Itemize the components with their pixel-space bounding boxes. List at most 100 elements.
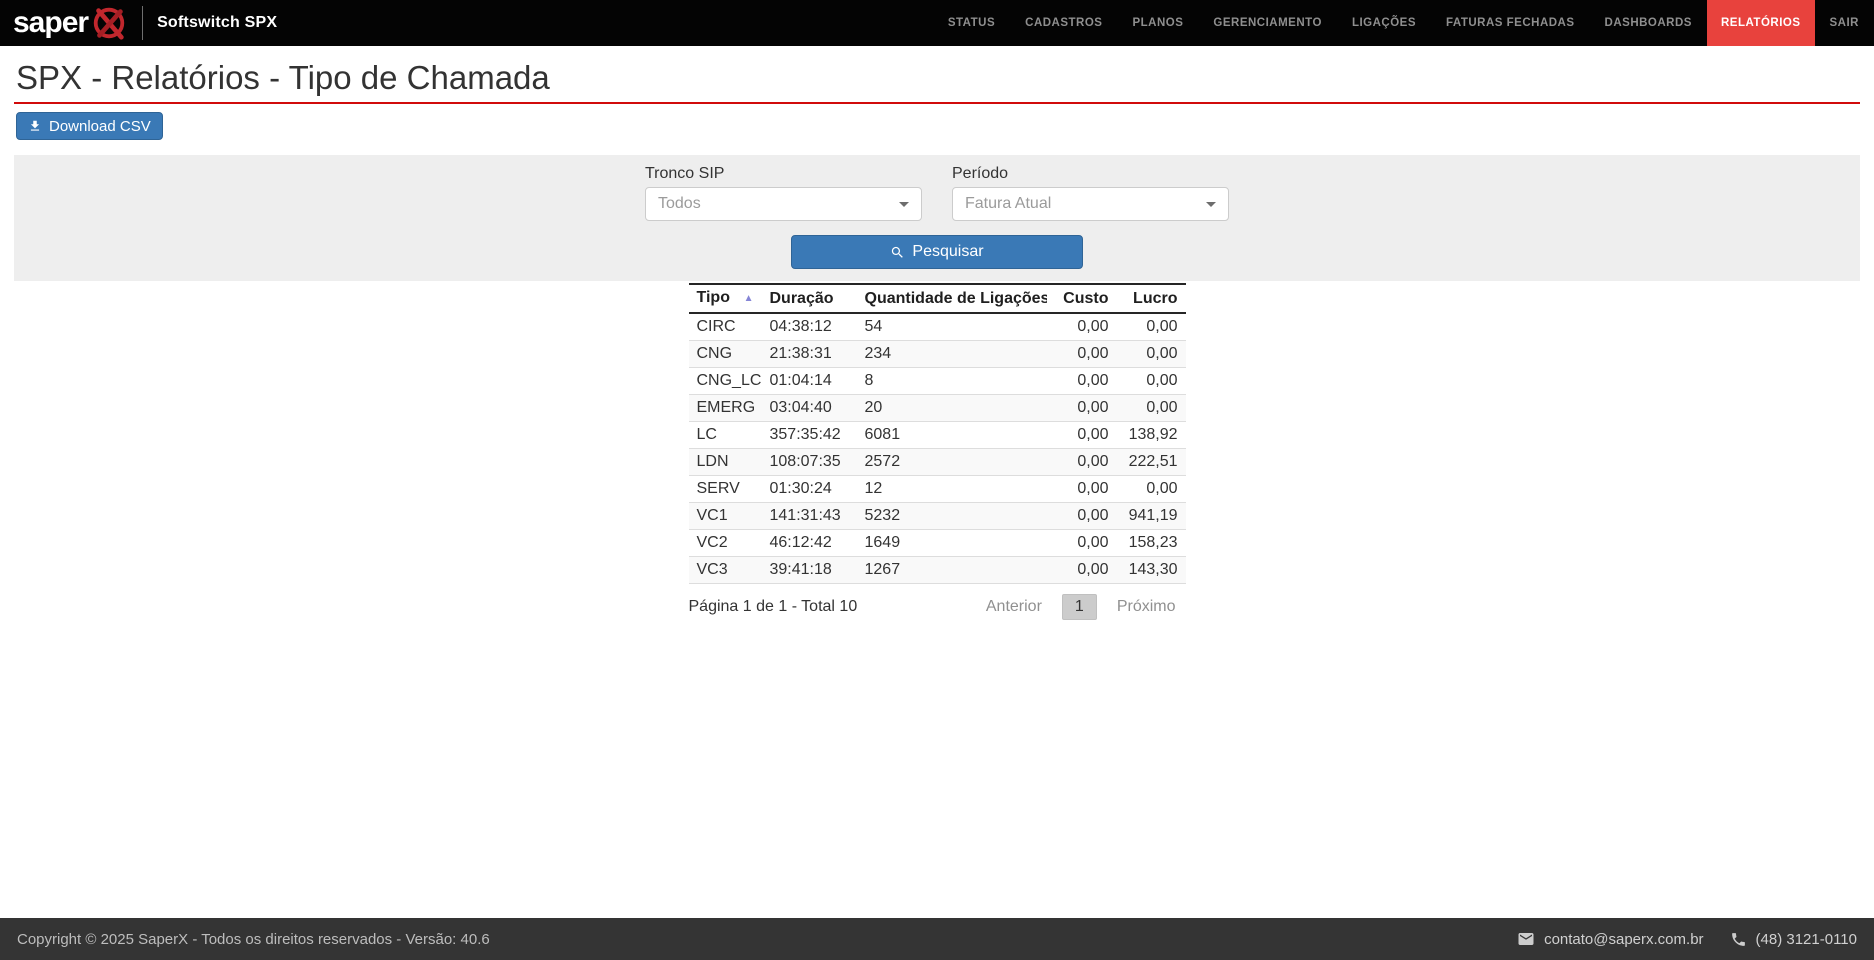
table-row: VC1 141:31:43 5232 0,00 941,19	[689, 503, 1186, 530]
copyright-text: Copyright © 2025 SaperX - Todos os direi…	[17, 931, 490, 948]
filter-panel: Tronco SIP Todos Período Fatura Atual P	[14, 155, 1860, 281]
table-row: LDN 108:07:35 2572 0,00 222,51	[689, 449, 1186, 476]
nav-item-dashboards[interactable]: DASHBOARDS	[1590, 0, 1707, 46]
chevron-down-icon	[1206, 202, 1216, 207]
cell-duracao: 46:12:42	[762, 530, 857, 557]
table-body: CIRC 04:38:12 54 0,00 0,00 CNG 21:38:31 …	[689, 313, 1186, 584]
tronco-sip-value: Todos	[658, 195, 899, 213]
tronco-sip-select[interactable]: Todos	[645, 187, 922, 221]
cell-lucro: 0,00	[1117, 313, 1186, 341]
cell-duracao: 39:41:18	[762, 557, 857, 584]
periodo-select[interactable]: Fatura Atual	[952, 187, 1229, 221]
sort-asc-icon: ▲	[744, 289, 754, 308]
cell-lucro: 0,00	[1117, 368, 1186, 395]
cell-lucro: 158,23	[1117, 530, 1186, 557]
nav-item-gerenciamento[interactable]: GERENCIAMENTO	[1198, 0, 1337, 46]
brand-divider	[142, 6, 143, 40]
cell-quantidade: 20	[857, 395, 1047, 422]
column-header-duracao[interactable]: Duração	[762, 284, 857, 313]
footer: Copyright © 2025 SaperX - Todos os direi…	[0, 918, 1874, 960]
cell-tipo: LC	[689, 422, 762, 449]
page-title: SPX - Relatórios - Tipo de Chamada	[14, 59, 1860, 104]
table-row: EMERG 03:04:40 20 0,00 0,00	[689, 395, 1186, 422]
tronco-sip-label: Tronco SIP	[645, 165, 922, 183]
cell-tipo: CNG_LC	[689, 368, 762, 395]
cell-duracao: 01:04:14	[762, 368, 857, 395]
cell-custo: 0,00	[1047, 530, 1117, 557]
cell-lucro: 941,19	[1117, 503, 1186, 530]
cell-lucro: 0,00	[1117, 476, 1186, 503]
column-header-lucro[interactable]: Lucro	[1117, 284, 1186, 313]
cell-quantidade: 5232	[857, 503, 1047, 530]
nav-item-faturas-fechadas[interactable]: FATURAS FECHADAS	[1431, 0, 1590, 46]
footer-email-link[interactable]: contato@saperx.com.br	[1517, 930, 1703, 948]
table-row: LC 357:35:42 6081 0,00 138,92	[689, 422, 1186, 449]
report-table-container: Tipo ▲ Duração Quantidade de Ligações Cu…	[689, 283, 1186, 620]
column-header-tipo[interactable]: Tipo ▲	[689, 284, 762, 313]
nav-item-sair[interactable]: SAIR	[1815, 0, 1874, 46]
cell-quantidade: 234	[857, 341, 1047, 368]
chevron-down-icon	[899, 202, 909, 207]
nav-item-status[interactable]: STATUS	[933, 0, 1010, 46]
cell-tipo: CIRC	[689, 313, 762, 341]
cell-lucro: 0,00	[1117, 341, 1186, 368]
periodo-value: Fatura Atual	[965, 195, 1206, 213]
cell-custo: 0,00	[1047, 313, 1117, 341]
cell-custo: 0,00	[1047, 395, 1117, 422]
nav-menu: STATUSCADASTROSPLANOSGERENCIAMENTOLIGAÇÕ…	[933, 0, 1874, 46]
table-row: CIRC 04:38:12 54 0,00 0,00	[689, 313, 1186, 341]
cell-lucro: 138,92	[1117, 422, 1186, 449]
tronco-sip-field: Tronco SIP Todos	[645, 165, 922, 221]
logo-text: saper	[13, 0, 88, 46]
cell-tipo: VC2	[689, 530, 762, 557]
envelope-icon	[1517, 930, 1535, 948]
cell-duracao: 141:31:43	[762, 503, 857, 530]
table-row: VC2 46:12:42 1649 0,00 158,23	[689, 530, 1186, 557]
periodo-label: Período	[952, 165, 1229, 183]
cell-lucro: 0,00	[1117, 395, 1186, 422]
table-row: CNG_LC 01:04:14 8 0,00 0,00	[689, 368, 1186, 395]
cell-quantidade: 12	[857, 476, 1047, 503]
search-button-label: Pesquisar	[912, 243, 983, 261]
footer-phone-link[interactable]: (48) 3121-0110	[1730, 931, 1857, 948]
footer-phone-text: (48) 3121-0110	[1756, 931, 1857, 948]
pagination-info: Página 1 de 1 - Total 10	[689, 598, 858, 616]
cell-tipo: SERV	[689, 476, 762, 503]
footer-email-text: contato@saperx.com.br	[1544, 931, 1703, 948]
cell-quantidade: 1649	[857, 530, 1047, 557]
pagination-page-1-button[interactable]: 1	[1062, 594, 1097, 620]
column-header-quantidade[interactable]: Quantidade de Ligações	[857, 284, 1047, 313]
logo-x-icon	[90, 4, 128, 42]
nav-item-cadastros[interactable]: CADASTROS	[1010, 0, 1117, 46]
cell-custo: 0,00	[1047, 503, 1117, 530]
pagination-next-button[interactable]: Próximo	[1107, 595, 1186, 619]
table-row: VC3 39:41:18 1267 0,00 143,30	[689, 557, 1186, 584]
periodo-field: Período Fatura Atual	[952, 165, 1229, 221]
cell-custo: 0,00	[1047, 557, 1117, 584]
download-csv-label: Download CSV	[49, 118, 151, 135]
column-header-custo[interactable]: Custo	[1047, 284, 1117, 313]
cell-quantidade: 8	[857, 368, 1047, 395]
nav-item-planos[interactable]: PLANOS	[1117, 0, 1198, 46]
nav-item-relatórios[interactable]: RELATÓRIOS	[1707, 0, 1815, 46]
saperx-logo[interactable]: saper Softswitch SPX	[13, 0, 277, 46]
cell-custo: 0,00	[1047, 368, 1117, 395]
cell-custo: 0,00	[1047, 422, 1117, 449]
cell-duracao: 357:35:42	[762, 422, 857, 449]
nav-item-ligações[interactable]: LIGAÇÕES	[1337, 0, 1431, 46]
cell-tipo: CNG	[689, 341, 762, 368]
table-header-row: Tipo ▲ Duração Quantidade de Ligações Cu…	[689, 284, 1186, 313]
cell-custo: 0,00	[1047, 449, 1117, 476]
download-csv-button[interactable]: Download CSV	[16, 112, 163, 140]
cell-duracao: 03:04:40	[762, 395, 857, 422]
download-icon	[28, 119, 42, 133]
cell-quantidade: 54	[857, 313, 1047, 341]
table-row: CNG 21:38:31 234 0,00 0,00	[689, 341, 1186, 368]
cell-custo: 0,00	[1047, 341, 1117, 368]
top-navbar: saper Softswitch SPX STATUSCADASTROSPLAN…	[0, 0, 1874, 46]
cell-lucro: 143,30	[1117, 557, 1186, 584]
pagination-prev-button[interactable]: Anterior	[976, 595, 1052, 619]
cell-quantidade: 1267	[857, 557, 1047, 584]
search-button[interactable]: Pesquisar	[791, 235, 1083, 269]
cell-custo: 0,00	[1047, 476, 1117, 503]
